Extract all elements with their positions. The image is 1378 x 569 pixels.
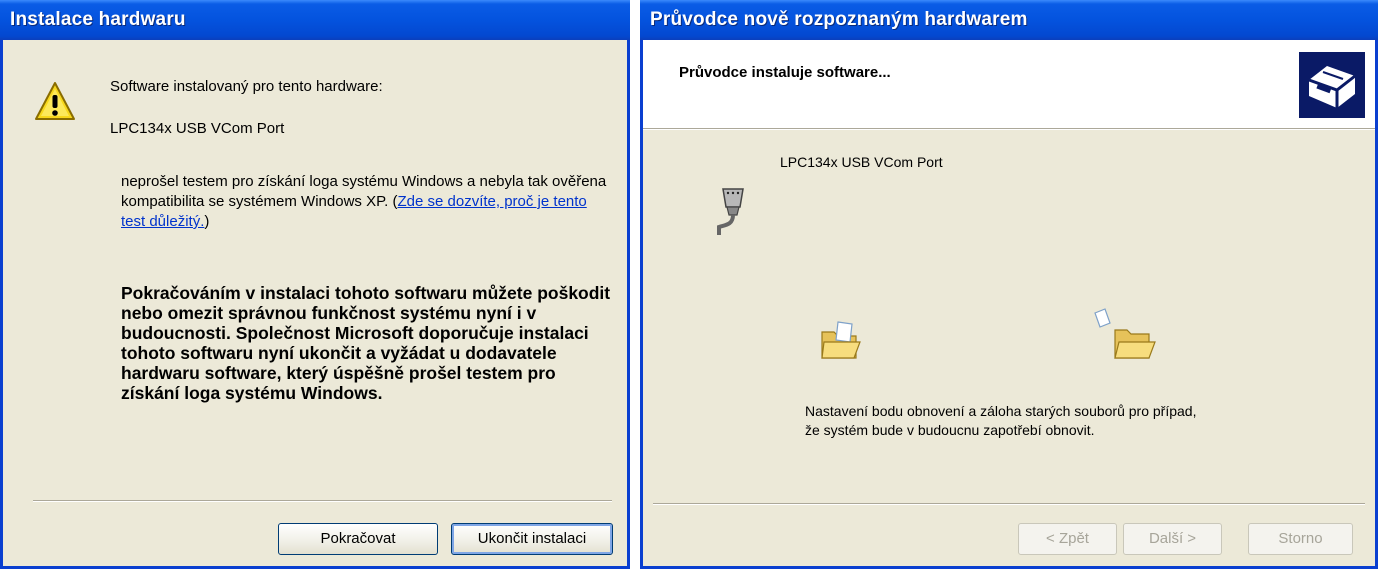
link-close-paren: ) xyxy=(204,213,210,230)
continue-button[interactable]: Pokračovat xyxy=(278,523,438,555)
hardware-wizard-icon xyxy=(1299,52,1365,118)
wizard-device-name: LPC134x USB VCom Port xyxy=(780,154,943,170)
warning-text: Pokračováním v instalaci tohoto softwaru… xyxy=(121,283,611,403)
separator xyxy=(33,500,612,502)
destination-folder-icon xyxy=(1111,322,1157,364)
stop-installation-button[interactable]: Ukončit instalaci xyxy=(451,523,613,555)
wizard-title-bar[interactable]: Průvodce nově rozpoznaným hardwarem xyxy=(640,0,1378,40)
device-name: LPC134x USB VCom Port xyxy=(110,120,285,137)
wizard-header-text: Průvodce instaluje software... xyxy=(679,64,891,81)
cancel-button[interactable]: Storno xyxy=(1248,523,1353,555)
header-separator xyxy=(643,128,1375,130)
footer-separator xyxy=(653,503,1365,505)
wizard-status-text: Nastavení bodu obnovení a záloha starých… xyxy=(805,403,1197,438)
hardware-installation-dialog: Instalace hardwaru Software instalovaný … xyxy=(0,0,630,569)
logo-test-text: neprošel testem pro získání loga systému… xyxy=(121,172,613,232)
warning-icon xyxy=(33,80,77,124)
source-folder-icon xyxy=(818,318,864,364)
wizard-header: Průvodce instaluje software... xyxy=(643,40,1375,128)
dialog-title: Instalace hardwaru xyxy=(10,9,186,30)
back-button[interactable]: < Zpět xyxy=(1018,523,1117,555)
new-hardware-wizard-dialog: Průvodce nově rozpoznaným hardwarem Prův… xyxy=(640,0,1378,569)
serial-port-icon xyxy=(713,185,749,237)
next-button[interactable]: Další > xyxy=(1123,523,1222,555)
installed-for-label: Software instalovaný pro tento hardware: xyxy=(110,78,383,95)
flying-file-icon xyxy=(1092,307,1112,331)
wizard-title: Průvodce nově rozpoznaným hardwarem xyxy=(650,9,1028,30)
dialog-title-bar[interactable]: Instalace hardwaru xyxy=(0,0,630,40)
